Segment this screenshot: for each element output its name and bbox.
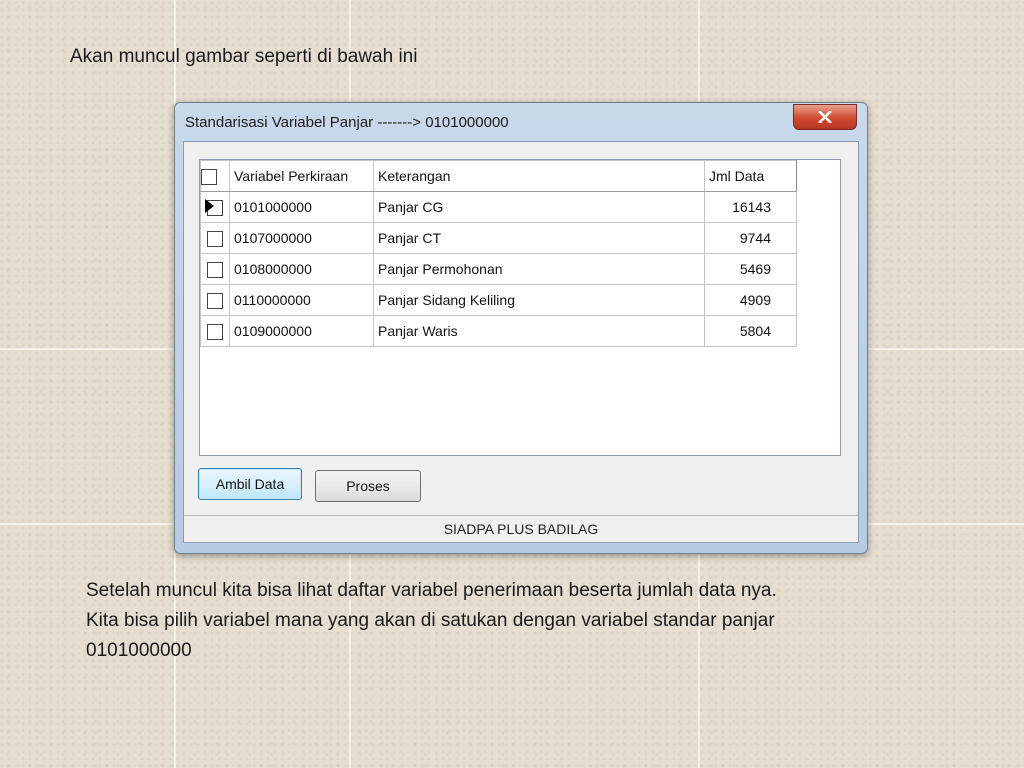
row-checkbox[interactable] bbox=[207, 230, 223, 247]
column-header-variabel[interactable]: Variabel Perkiraan bbox=[229, 160, 374, 192]
column-header-keterangan[interactable]: Keterangan bbox=[373, 160, 705, 192]
cell-jml-data[interactable]: 16143 bbox=[704, 191, 797, 223]
row-checkbox-cell[interactable] bbox=[200, 253, 230, 285]
table-row[interactable]: 0109000000 Panjar Waris 5804 bbox=[200, 315, 797, 347]
cell-keterangan[interactable]: Panjar Sidang Keliling bbox=[373, 284, 705, 316]
table-row[interactable]: 0101000000 Panjar CG 16143 bbox=[200, 191, 797, 223]
row-checkbox-cell[interactable] bbox=[200, 284, 230, 316]
dialog-window: Standarisasi Variabel Panjar -------> 01… bbox=[174, 102, 868, 554]
description-line: Setelah muncul kita bisa lihat daftar va… bbox=[86, 580, 777, 601]
row-checkbox[interactable] bbox=[207, 261, 223, 278]
cell-variabel[interactable]: 0101000000 bbox=[229, 191, 374, 223]
close-icon bbox=[818, 111, 832, 123]
variable-grid: Variabel Perkiraan Keterangan Jml Data 0… bbox=[199, 159, 841, 456]
cell-jml-data[interactable]: 5469 bbox=[704, 253, 797, 285]
intro-text: Akan muncul gambar seperti di bawah ini bbox=[70, 46, 418, 67]
cell-keterangan[interactable]: Panjar Permohonan bbox=[373, 253, 705, 285]
window-title: Standarisasi Variabel Panjar -------> 01… bbox=[185, 114, 509, 131]
table-header-row: Variabel Perkiraan Keterangan Jml Data bbox=[200, 160, 797, 192]
cell-keterangan[interactable]: Panjar Waris bbox=[373, 315, 705, 347]
cell-keterangan[interactable]: Panjar CG bbox=[373, 191, 705, 223]
description-line: 0101000000 bbox=[86, 640, 192, 661]
row-checkbox-cell[interactable] bbox=[200, 315, 230, 347]
status-bar: SIADPA PLUS BADILAG bbox=[183, 515, 859, 543]
description-line: Kita bisa pilih variabel mana yang akan … bbox=[86, 610, 775, 631]
table-row[interactable]: 0107000000 Panjar CT 9744 bbox=[200, 222, 797, 254]
cell-variabel[interactable]: 0107000000 bbox=[229, 222, 374, 254]
cell-jml-data[interactable]: 5804 bbox=[704, 315, 797, 347]
cell-variabel[interactable]: 0109000000 bbox=[229, 315, 374, 347]
table-row[interactable]: 0108000000 Panjar Permohonan 5469 bbox=[200, 253, 797, 285]
cell-variabel[interactable]: 0110000000 bbox=[229, 284, 374, 316]
proses-button[interactable]: Proses bbox=[315, 470, 421, 502]
row-checkbox-cell[interactable] bbox=[200, 222, 230, 254]
row-checkbox-cell[interactable] bbox=[200, 191, 230, 223]
select-all-header[interactable] bbox=[200, 160, 230, 192]
row-checkbox[interactable] bbox=[207, 292, 223, 309]
cell-jml-data[interactable]: 9744 bbox=[704, 222, 797, 254]
close-button[interactable] bbox=[793, 104, 857, 130]
cell-variabel[interactable]: 0108000000 bbox=[229, 253, 374, 285]
title-bar[interactable]: Standarisasi Variabel Panjar -------> 01… bbox=[175, 103, 867, 143]
cell-jml-data[interactable]: 4909 bbox=[704, 284, 797, 316]
current-row-pointer-icon bbox=[205, 199, 214, 213]
ambil-data-button[interactable]: Ambil Data bbox=[198, 468, 302, 500]
row-checkbox[interactable] bbox=[207, 323, 223, 340]
select-all-checkbox[interactable] bbox=[201, 168, 217, 185]
status-text: SIADPA PLUS BADILAG bbox=[443, 521, 599, 537]
cell-keterangan[interactable]: Panjar CT bbox=[373, 222, 705, 254]
variable-table: Variabel Perkiraan Keterangan Jml Data 0… bbox=[200, 160, 797, 347]
description-text: Setelah muncul kita bisa lihat daftar va… bbox=[86, 576, 966, 666]
column-header-jml-data[interactable]: Jml Data bbox=[704, 160, 797, 192]
table-row[interactable]: 0110000000 Panjar Sidang Keliling 4909 bbox=[200, 284, 797, 316]
dialog-client-area: Variabel Perkiraan Keterangan Jml Data 0… bbox=[183, 141, 859, 517]
